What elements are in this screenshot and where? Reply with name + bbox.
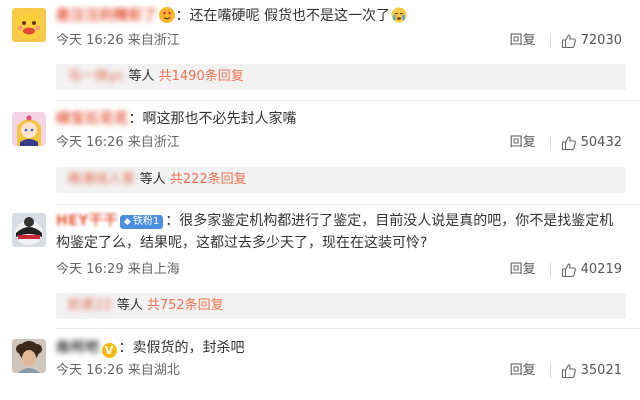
divider bbox=[549, 364, 551, 378]
comment-actions: 回复 72030 bbox=[510, 33, 622, 49]
divider bbox=[549, 263, 551, 277]
timestamp: 今天 16:29 bbox=[56, 262, 124, 277]
sub-reply-suffix: 等人 bbox=[116, 298, 143, 313]
reply-button[interactable]: 回复 bbox=[510, 33, 536, 49]
like-count: 35021 bbox=[580, 363, 622, 378]
location: 来自浙江 bbox=[127, 33, 180, 48]
reply-button[interactable]: 回复 bbox=[510, 262, 536, 278]
heart-eyes-emoji-icon bbox=[158, 7, 175, 23]
divider bbox=[549, 34, 551, 48]
sub-reply-users[interactable]: 晓港找人家 bbox=[68, 167, 136, 193]
sub-reply-suffix: 等人 bbox=[139, 172, 166, 187]
comment-meta: 今天 16:29 来自上海 bbox=[56, 262, 180, 278]
thumbs-up-icon bbox=[561, 34, 576, 49]
sub-reply-count[interactable]: 共1490条回复 bbox=[159, 69, 244, 84]
fan-badge[interactable]: ◆ 铁粉1 bbox=[119, 215, 164, 229]
timestamp: 今天 16:26 bbox=[56, 33, 124, 48]
username[interactable]: 绿宝石花花 bbox=[56, 111, 129, 127]
comment-divider bbox=[56, 204, 640, 205]
comment-actions: 回复 35021 bbox=[510, 363, 622, 379]
anime-girl-avatar-icon bbox=[12, 112, 46, 146]
comment-text-line: 绿宝石花花：啊这那也不必先封人家嘴 bbox=[56, 111, 297, 127]
sub-replies-box[interactable]: 晓港找人家 等人 共222条回复 bbox=[56, 167, 626, 193]
racer-helmet-avatar-icon bbox=[12, 213, 46, 247]
like-button[interactable]: 72030 bbox=[561, 33, 622, 49]
sub-reply-suffix: 等人 bbox=[128, 69, 155, 84]
sub-replies-box[interactable]: 马一抹yc 等人 共1490条回复 bbox=[56, 64, 626, 90]
thumbs-up-icon bbox=[561, 263, 576, 278]
divider bbox=[549, 136, 551, 150]
location: 来自上海 bbox=[127, 262, 180, 277]
verified-v-icon: V bbox=[101, 343, 117, 358]
timestamp: 今天 16:26 bbox=[56, 135, 124, 150]
username[interactable]: 南柯吧 bbox=[56, 340, 100, 356]
reply-button[interactable]: 回复 bbox=[510, 135, 536, 151]
comment-divider bbox=[56, 100, 640, 101]
avatar[interactable] bbox=[12, 8, 46, 42]
avatar[interactable] bbox=[12, 112, 46, 146]
comment-text-line: 是汪汪的精彩了 ：还在嘴硬呢 假货也不是这一次了 bbox=[56, 5, 626, 27]
avatar[interactable] bbox=[12, 339, 46, 373]
curly-hair-avatar-icon bbox=[12, 339, 46, 373]
sub-replies-box[interactable]: 奶茶22 等人 共752条回复 bbox=[56, 293, 626, 319]
comment-meta: 今天 16:26 来自浙江 bbox=[56, 33, 180, 49]
smile-face-avatar-icon bbox=[12, 8, 46, 42]
sub-reply-count[interactable]: 共752条回复 bbox=[147, 298, 224, 313]
reply-button[interactable]: 回复 bbox=[510, 363, 536, 379]
comment-actions: 回复 40219 bbox=[510, 262, 622, 278]
comment-meta: 今天 16:26 来自浙江 bbox=[56, 135, 180, 151]
timestamp: 今天 16:26 bbox=[56, 363, 124, 378]
comment-meta: 今天 16:26 来自湖北 bbox=[56, 363, 180, 379]
diamond-icon: ◆ bbox=[123, 217, 131, 227]
sub-reply-users[interactable]: 奶茶22 bbox=[68, 293, 113, 319]
comment-divider bbox=[56, 328, 640, 329]
thumbs-up-icon bbox=[561, 136, 576, 151]
username[interactable]: HEY干干 bbox=[56, 213, 118, 229]
comment-text: 啊这那也不必先封人家嘴 bbox=[142, 111, 297, 127]
avatar[interactable] bbox=[12, 213, 46, 247]
like-count: 40219 bbox=[580, 262, 622, 277]
sub-reply-count[interactable]: 共222条回复 bbox=[170, 172, 247, 187]
comment-actions: 回复 50432 bbox=[510, 135, 622, 151]
comment-text: 还在嘴硬呢 假货也不是这一次了 bbox=[189, 8, 390, 24]
comment-text-line: 南柯吧 V ：卖假货的，封杀吧 bbox=[56, 340, 245, 358]
sub-reply-users[interactable]: 马一抹yc bbox=[68, 64, 124, 90]
like-button[interactable]: 35021 bbox=[561, 363, 622, 379]
location: 来自湖北 bbox=[127, 363, 180, 378]
like-button[interactable]: 40219 bbox=[561, 262, 622, 278]
like-button[interactable]: 50432 bbox=[561, 135, 622, 151]
comment-text: 卖假货的，封杀吧 bbox=[132, 340, 245, 356]
location: 来自浙江 bbox=[127, 135, 180, 150]
comment-text-line: HEY干干 ◆ 铁粉1 ：很多家鉴定机构都进行了鉴定，目前没人说是真的吧，你不是找鉴定… bbox=[56, 213, 614, 251]
thumbs-up-icon bbox=[561, 364, 576, 379]
like-count: 50432 bbox=[580, 135, 622, 150]
crying-face-emoji-icon bbox=[391, 7, 407, 23]
like-count: 72030 bbox=[580, 33, 622, 48]
username[interactable]: 是汪汪的精彩了 bbox=[56, 8, 158, 24]
